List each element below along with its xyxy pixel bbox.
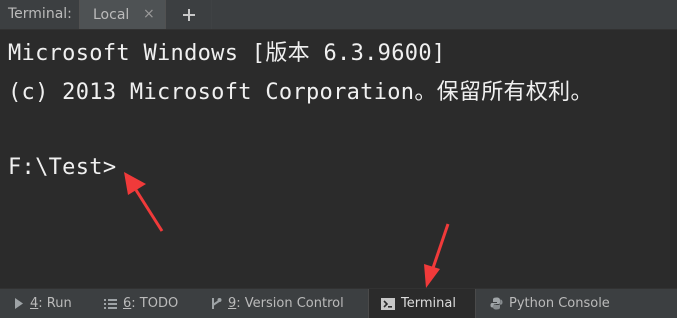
version-control-mnemonic: 9 [228,296,237,311]
version-control-label: : Version Control [236,296,344,311]
header-empty-area [212,0,677,29]
python-icon [490,297,503,310]
run-mnemonic: 4 [30,296,39,311]
add-tab-button[interactable] [166,0,212,29]
terminal-header: Terminal: Local × [0,0,677,30]
terminal-panel-label: Terminal: [0,0,80,29]
tool-window-bar: 4: Run 6: TODO 9: Version Control Termin… [0,288,677,318]
close-icon[interactable]: × [143,6,155,22]
python-console-label: Python Console [509,296,610,311]
tab-local[interactable]: Local × [80,0,166,29]
version-control-icon [210,297,222,310]
run-tool-button[interactable]: 4: Run [14,289,72,318]
terminal-tool-button[interactable]: Terminal [368,289,476,318]
version-control-tool-button[interactable]: 9: Version Control [210,289,344,318]
terminal-line: (c) 2013 Microsoft Corporation。保留所有权利。 [8,80,593,105]
terminal-window: Terminal: Local × Microsoft Windows [版本 … [0,0,677,318]
terminal-line: Microsoft Windows [版本 6.3.9600] [8,41,446,66]
run-label: : Run [38,296,72,311]
plus-icon [182,8,195,21]
terminal-tool-label: Terminal [401,296,456,311]
terminal-prompt: F:\Test> [8,155,117,180]
todo-label: : TODO [131,296,179,311]
todo-list-icon [104,298,117,310]
terminal-output[interactable]: Microsoft Windows [版本 6.3.9600] (c) 2013… [0,30,677,288]
terminal-icon [381,297,395,310]
play-icon [14,298,24,309]
todo-mnemonic: 6 [123,296,132,311]
tab-local-label: Local [93,6,130,23]
todo-tool-button[interactable]: 6: TODO [104,289,178,318]
python-console-tool-button[interactable]: Python Console [490,289,610,318]
